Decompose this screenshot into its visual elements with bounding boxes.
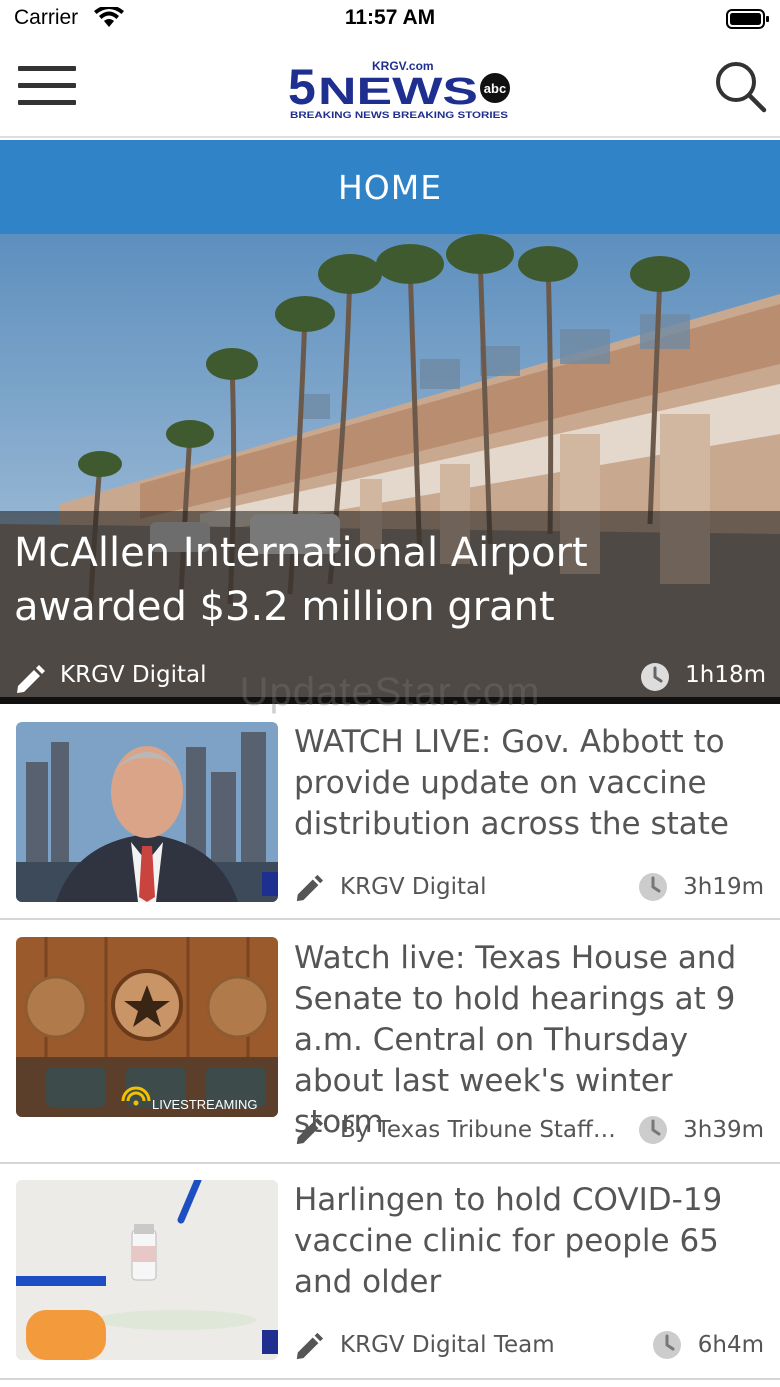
article-thumbnail — [16, 1180, 278, 1360]
section-title: HOME — [337, 167, 443, 207]
article-headline[interactable]: Watch live: Texas House and Senate to ho… — [294, 938, 770, 1143]
clock-icon — [653, 1331, 681, 1359]
hero-headline[interactable]: McAllen International Airport awarded $3… — [14, 526, 754, 634]
logo-network: abc — [484, 81, 506, 96]
status-time: 11:57 AM — [344, 6, 436, 29]
logo-number: 5 — [288, 59, 316, 115]
list-item[interactable]: WATCH LIVE: Gov. Abbott to provide updat… — [0, 704, 780, 920]
logo-word: NEWS — [318, 71, 478, 113]
article-headline[interactable]: WATCH LIVE: Gov. Abbott to provide updat… — [294, 722, 770, 845]
clock-icon — [639, 1116, 667, 1144]
article-thumbnail: LIVESTREAMING — [16, 937, 278, 1117]
article-thumbnail — [16, 722, 278, 902]
article-author: KRGV Digital Team — [340, 1332, 555, 1358]
clock-icon — [639, 873, 667, 901]
section-header: HOME — [0, 140, 780, 234]
search-icon[interactable] — [714, 60, 768, 114]
list-item[interactable]: Harlingen to hold COVID-19 vaccine clini… — [0, 1164, 780, 1380]
article-time: 3h19m — [683, 874, 764, 900]
article-author: By Texas Tribune Staff,… — [340, 1117, 620, 1143]
pencil-icon — [296, 1117, 324, 1145]
battery-icon — [726, 9, 769, 29]
hamburger-icon[interactable] — [18, 66, 76, 106]
livestreaming-badge: LIVESTREAMING — [152, 1097, 257, 1112]
pencil-icon — [296, 1332, 324, 1360]
list-item[interactable]: LIVESTREAMING Watch live: Texas House an… — [0, 920, 780, 1164]
article-headline[interactable]: Harlingen to hold COVID-19 vaccine clini… — [294, 1180, 770, 1303]
article-time: 6h4m — [697, 1332, 764, 1358]
app-header: KRGV.com 5 NEWS abc BREAKING NEWS BREAKI… — [0, 40, 780, 138]
article-time: 3h39m — [683, 1117, 764, 1143]
hero-article[interactable]: McAllen International Airport awarded $3… — [0, 234, 780, 704]
status-bar: Carrier 11:57 AM — [0, 0, 780, 40]
article-author: KRGV Digital — [340, 874, 487, 900]
krgv-5news-logo[interactable]: KRGV.com 5 NEWS abc BREAKING NEWS BREAKI… — [288, 58, 512, 122]
pencil-icon — [296, 874, 324, 902]
logo-tagline: BREAKING NEWS BREAKING STORIES — [290, 110, 508, 121]
